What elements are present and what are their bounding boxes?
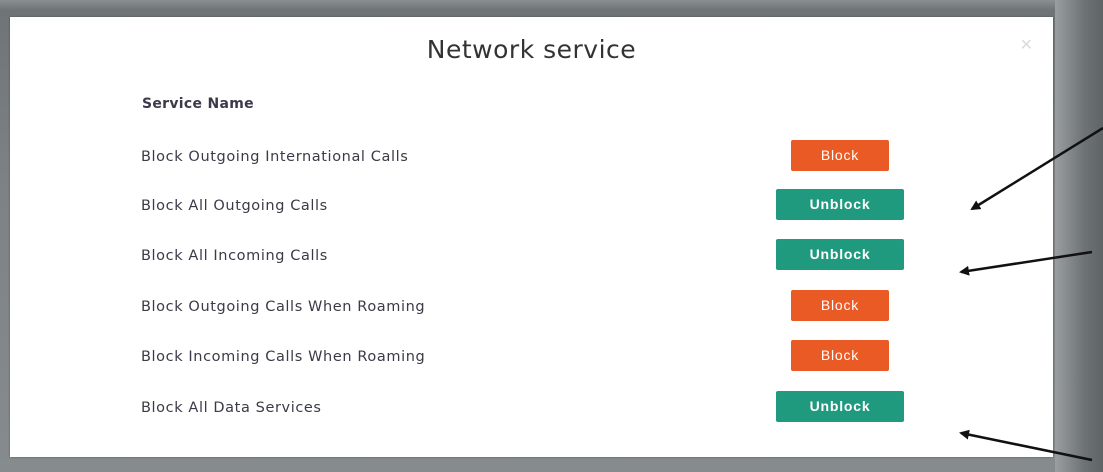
service-label: Block Outgoing Calls When Roaming [141,299,426,315]
block-button[interactable]: Block [791,340,889,371]
block-button[interactable]: Block [791,290,889,321]
service-name-column-header: Service Name [142,96,254,112]
unblock-button[interactable]: Unblock [776,391,904,422]
service-row-outgoing-international: Block Outgoing International Calls Block [10,140,1053,176]
service-label: Block Incoming Calls When Roaming [141,349,426,365]
service-label: Block All Incoming Calls [141,248,328,264]
unblock-button[interactable]: Unblock [776,239,904,270]
dialog-title: Network service [426,35,637,64]
service-row-all-outgoing: Block All Outgoing Calls Unblock [10,189,1053,225]
scan-background-edge [1055,0,1103,472]
block-button[interactable]: Block [791,140,889,171]
service-row-outgoing-roaming: Block Outgoing Calls When Roaming Block [10,290,1053,326]
service-row-all-incoming: Block All Incoming Calls Unblock [10,239,1053,275]
service-row-all-data: Block All Data Services Unblock [10,391,1053,427]
unblock-button[interactable]: Unblock [776,189,904,220]
service-label: Block All Outgoing Calls [141,198,328,214]
service-label: Block Outgoing International Calls [141,149,409,165]
network-service-dialog: ✕ Network service Service Name Block Out… [10,17,1053,457]
service-row-incoming-roaming: Block Incoming Calls When Roaming Block [10,340,1053,376]
service-label: Block All Data Services [141,400,322,416]
